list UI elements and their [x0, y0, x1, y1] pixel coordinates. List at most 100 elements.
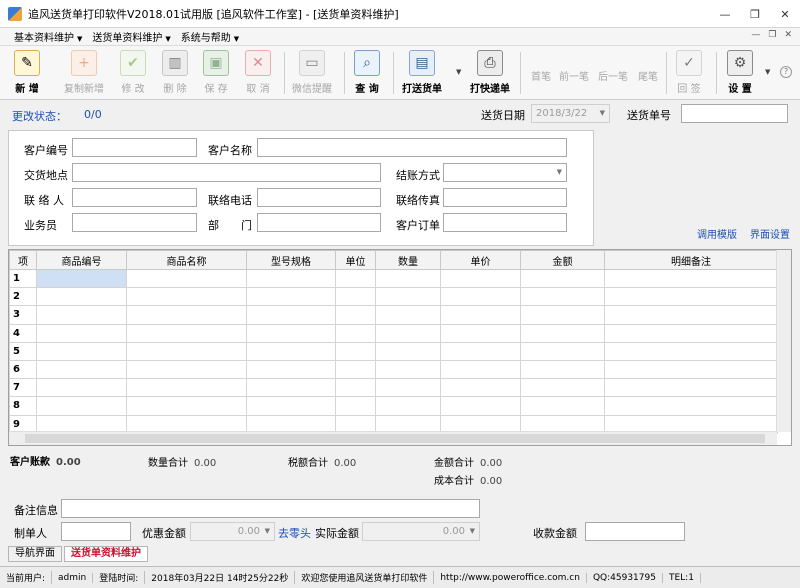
table-cell[interactable]: [440, 378, 521, 398]
table-row[interactable]: 1: [9, 268, 778, 289]
prev-record-button[interactable]: 前一笔: [559, 68, 589, 83]
last-record-button[interactable]: 尾笔: [638, 68, 658, 83]
table-cell[interactable]: [520, 268, 605, 289]
tab-navigation[interactable]: 导航界面: [8, 546, 62, 562]
table-cell[interactable]: [440, 323, 521, 343]
table-row[interactable]: 8: [9, 396, 778, 416]
table-cell[interactable]: [520, 305, 605, 325]
mdi-minimize-button[interactable]: —: [751, 30, 760, 40]
review-button[interactable]: ✓ 回 签: [676, 50, 702, 96]
col-header-unit[interactable]: 单位: [335, 250, 376, 270]
tab-delivery-maintenance[interactable]: 送货单资料维护: [64, 546, 148, 562]
table-cell[interactable]: [126, 359, 247, 380]
discount-input[interactable]: 0.00 ▼: [190, 522, 275, 541]
col-header-amount[interactable]: 金额: [520, 250, 605, 270]
table-cell[interactable]: [246, 323, 336, 343]
table-cell[interactable]: [246, 268, 336, 289]
col-header-model[interactable]: 型号规格: [246, 250, 336, 270]
table-cell[interactable]: [375, 341, 441, 361]
minimize-button[interactable]: —: [710, 0, 740, 28]
table-cell[interactable]: [440, 396, 521, 416]
table-cell[interactable]: [246, 396, 336, 416]
table-cell[interactable]: [246, 287, 336, 307]
table-cell[interactable]: [36, 378, 127, 398]
contact-input[interactable]: [72, 188, 197, 207]
delete-button[interactable]: ▥ 删 除: [162, 50, 188, 96]
table-cell[interactable]: [246, 305, 336, 325]
table-cell[interactable]: [126, 268, 247, 289]
menu-system-help[interactable]: 系统与帮助 ▼: [181, 29, 239, 44]
col-header-product-no[interactable]: 商品编号: [36, 250, 127, 270]
copy-new-button[interactable]: + 复制新增: [64, 50, 104, 96]
mdi-restore-button[interactable]: ❐: [768, 30, 776, 40]
horizontal-scrollbar[interactable]: [9, 431, 777, 445]
table-cell[interactable]: [36, 359, 127, 380]
table-cell[interactable]: [335, 359, 376, 380]
fax-input[interactable]: [443, 188, 567, 207]
help-icon[interactable]: ?: [780, 66, 792, 78]
table-cell[interactable]: [520, 359, 605, 380]
table-cell[interactable]: [335, 323, 376, 343]
table-cell[interactable]: [604, 396, 778, 416]
table-cell[interactable]: [520, 378, 605, 398]
received-amount-input[interactable]: [585, 522, 685, 541]
table-row[interactable]: 6: [9, 359, 778, 380]
table-cell[interactable]: [520, 323, 605, 343]
customer-order-input[interactable]: [443, 213, 567, 232]
table-cell[interactable]: [36, 268, 127, 289]
close-button[interactable]: ✕: [770, 0, 800, 28]
customer-name-input[interactable]: [257, 138, 567, 157]
template-link[interactable]: 调用模版: [697, 226, 737, 241]
table-cell[interactable]: [440, 305, 521, 325]
detail-grid[interactable]: 项 商品编号 商品名称 型号规格 单位 数量 单价 金额 明细备注 1 2 3 …: [8, 249, 792, 446]
table-cell[interactable]: [335, 396, 376, 416]
table-cell[interactable]: [604, 323, 778, 343]
print-delivery-dropdown-icon[interactable]: ▼: [456, 68, 461, 76]
table-cell[interactable]: [36, 341, 127, 361]
table-cell[interactable]: [375, 287, 441, 307]
new-button[interactable]: ✎ 新 增: [14, 50, 40, 96]
table-cell[interactable]: [520, 396, 605, 416]
table-cell[interactable]: [335, 341, 376, 361]
department-input[interactable]: [257, 213, 381, 232]
first-record-button[interactable]: 首笔: [531, 68, 551, 83]
col-header-product-name[interactable]: 商品名称: [126, 250, 247, 270]
save-button[interactable]: ▣ 保 存: [203, 50, 229, 96]
table-row[interactable]: 5: [9, 341, 778, 361]
print-delivery-button[interactable]: ▤ 打送货单: [402, 50, 442, 96]
table-cell[interactable]: [604, 287, 778, 307]
col-header-index[interactable]: 项: [9, 250, 37, 270]
table-cell[interactable]: [126, 323, 247, 343]
remarks-input[interactable]: [61, 499, 480, 518]
customer-no-input[interactable]: [72, 138, 197, 157]
layout-settings-link[interactable]: 界面设置: [750, 226, 790, 241]
round-off-link[interactable]: 去零头: [278, 525, 311, 541]
maximize-button[interactable]: ❐: [740, 0, 770, 28]
delivery-place-input[interactable]: [72, 163, 381, 182]
table-cell[interactable]: [604, 305, 778, 325]
delivery-date-picker[interactable]: 2018/3/22 ▼: [531, 104, 610, 123]
settings-button[interactable]: ⚙ 设 置: [727, 50, 753, 96]
actual-amount-input[interactable]: 0.00 ▼: [362, 522, 480, 541]
table-cell[interactable]: [375, 378, 441, 398]
col-header-qty[interactable]: 数量: [375, 250, 441, 270]
settlement-select[interactable]: ▼: [443, 163, 567, 182]
table-cell[interactable]: [604, 378, 778, 398]
salesman-input[interactable]: [72, 213, 197, 232]
cancel-button[interactable]: ✕ 取 消: [245, 50, 271, 96]
wechat-remind-button[interactable]: ▭ 微信提醒: [292, 50, 332, 96]
print-express-button[interactable]: ⎙ 打快递单: [470, 50, 510, 96]
table-cell[interactable]: [126, 396, 247, 416]
table-cell[interactable]: [335, 305, 376, 325]
table-cell[interactable]: [36, 305, 127, 325]
table-cell[interactable]: [520, 287, 605, 307]
table-cell[interactable]: [246, 341, 336, 361]
table-row[interactable]: 7: [9, 378, 778, 398]
menu-delivery[interactable]: 送货单资料维护 ▼: [92, 29, 170, 44]
table-cell[interactable]: [440, 359, 521, 380]
table-cell[interactable]: [375, 305, 441, 325]
table-cell[interactable]: [36, 287, 127, 307]
table-cell[interactable]: [520, 341, 605, 361]
table-cell[interactable]: [246, 359, 336, 380]
edit-button[interactable]: ✔ 修 改: [120, 50, 146, 96]
